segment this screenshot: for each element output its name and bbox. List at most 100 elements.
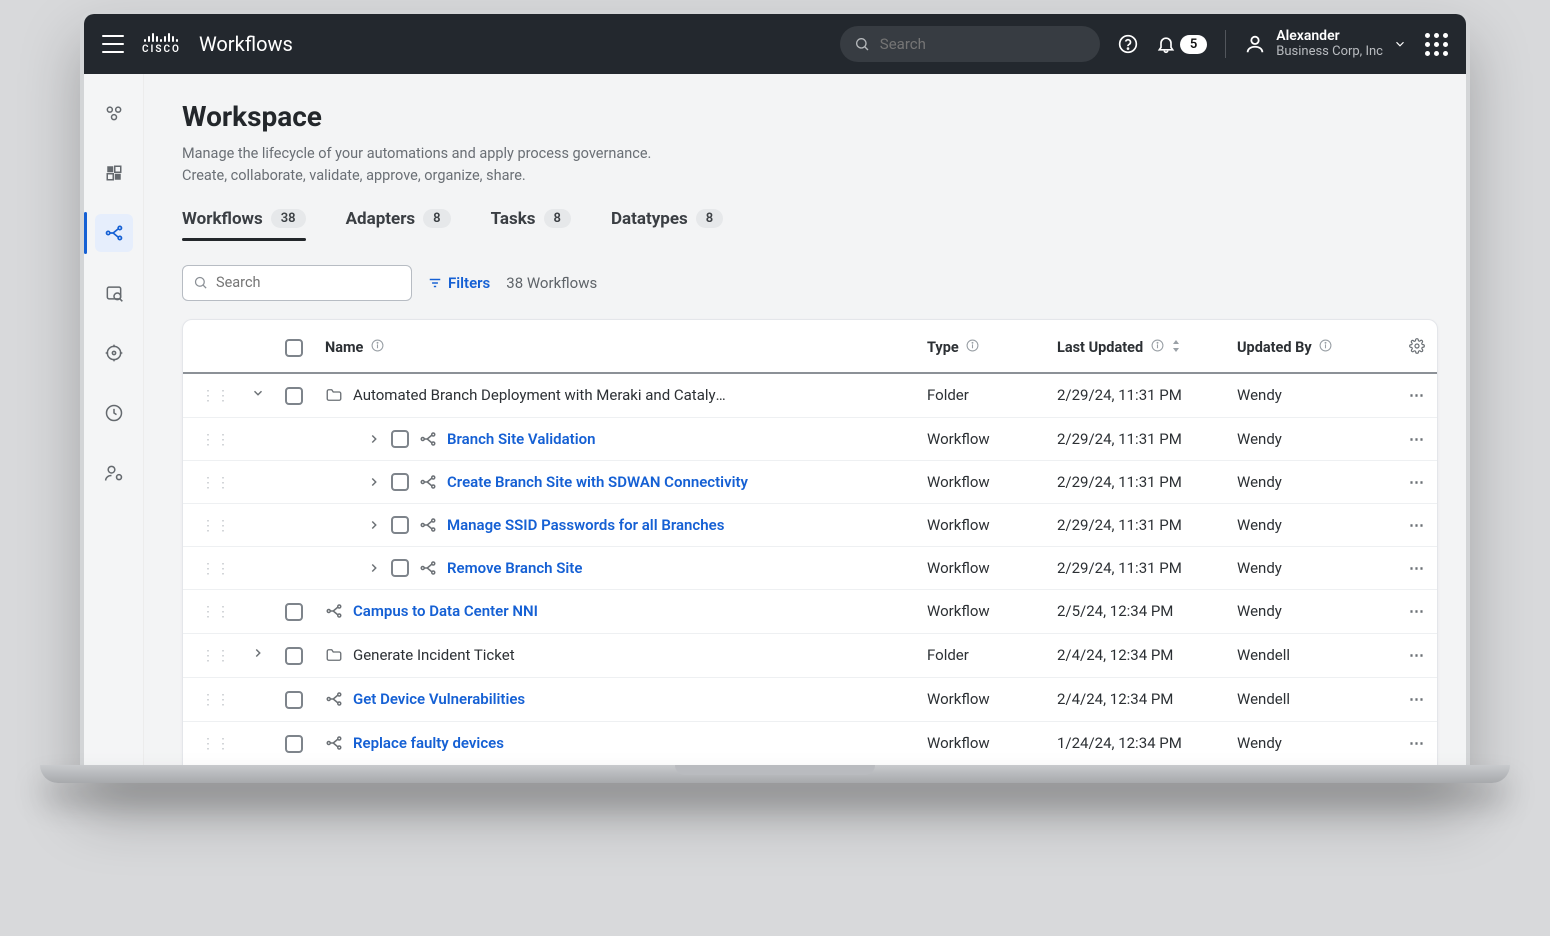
row-name[interactable]: Manage SSID Passwords for all Branches: [447, 516, 724, 534]
more-icon[interactable]: ⋯: [1409, 473, 1425, 491]
row-checkbox[interactable]: [285, 691, 303, 709]
expand-icon[interactable]: [367, 432, 381, 446]
row-name: Generate Incident Ticket: [353, 646, 515, 664]
notification-badge: 5: [1180, 35, 1207, 54]
global-search-input[interactable]: [880, 35, 1086, 53]
expand-icon[interactable]: [367, 561, 381, 575]
col-settings[interactable]: [1397, 324, 1437, 373]
table-row[interactable]: ⋮⋮ Create Branch Site with SDWAN Connect…: [183, 460, 1437, 503]
drag-handle-icon[interactable]: ⋮⋮: [201, 475, 231, 491]
row-name[interactable]: Remove Branch Site: [447, 559, 582, 577]
row-checkbox[interactable]: [285, 647, 303, 665]
drag-handle-icon[interactable]: ⋮⋮: [201, 561, 231, 577]
col-name[interactable]: Name: [315, 324, 917, 373]
row-type: Folder: [917, 373, 1047, 418]
tab-workflows[interactable]: Workflows38: [182, 209, 306, 239]
nav-item-4[interactable]: [95, 274, 133, 312]
menu-icon[interactable]: [102, 35, 124, 53]
user-name: Alexander: [1276, 28, 1383, 44]
tab-label: Workflows: [182, 209, 263, 229]
tab-tasks[interactable]: Tasks 8: [491, 209, 571, 239]
table-row[interactable]: ⋮⋮ Campus to Data Center NNI Workflow 2/…: [183, 589, 1437, 633]
row-type: Folder: [917, 633, 1047, 677]
more-icon[interactable]: ⋯: [1409, 602, 1425, 620]
drag-handle-icon[interactable]: ⋮⋮: [201, 736, 231, 752]
sort-icon[interactable]: [1171, 339, 1181, 356]
row-name[interactable]: Replace faulty devices: [353, 734, 504, 752]
select-all-checkbox[interactable]: [285, 339, 303, 357]
drag-handle-icon[interactable]: ⋮⋮: [201, 604, 231, 620]
notifications[interactable]: 5: [1156, 34, 1207, 54]
more-icon[interactable]: ⋯: [1409, 646, 1425, 664]
nav-item-6[interactable]: [95, 394, 133, 432]
row-type: Workflow: [917, 460, 1047, 503]
drag-handle-icon[interactable]: ⋮⋮: [201, 648, 231, 664]
row-checkbox[interactable]: [391, 430, 409, 448]
row-checkbox[interactable]: [285, 387, 303, 405]
row-checkbox[interactable]: [391, 559, 409, 577]
tab-datatypes[interactable]: Datatypes8: [611, 209, 723, 239]
nav-item-2[interactable]: [95, 154, 133, 192]
search-icon: [854, 35, 870, 53]
bell-icon: [1156, 34, 1176, 54]
table-row[interactable]: ⋮⋮ Generate Incident Ticket Folder 2/4/2…: [183, 633, 1437, 677]
expand-icon[interactable]: [251, 646, 265, 660]
table-search-input[interactable]: [216, 274, 401, 291]
row-name[interactable]: Campus to Data Center NNI: [353, 602, 538, 620]
main-content: Workspace Manage the lifecycle of your a…: [144, 74, 1466, 779]
chevron-down-icon: [1393, 37, 1407, 51]
user-menu[interactable]: Alexander Business Corp, Inc: [1244, 28, 1407, 59]
row-updated: 2/5/24, 12:34 PM: [1047, 589, 1227, 633]
more-icon[interactable]: ⋯: [1409, 690, 1425, 708]
table-search[interactable]: [182, 265, 412, 301]
table-row[interactable]: ⋮⋮ Manage SSID Passwords for all Branche…: [183, 503, 1437, 546]
table-row[interactable]: ⋮⋮ Replace faulty devices Workflow 1/24/…: [183, 721, 1437, 765]
info-icon: [371, 339, 384, 356]
row-name[interactable]: Branch Site Validation: [447, 430, 595, 448]
expand-icon[interactable]: [367, 475, 381, 489]
drag-handle-icon[interactable]: ⋮⋮: [201, 388, 231, 404]
nav-item-5[interactable]: [95, 334, 133, 372]
drag-handle-icon[interactable]: ⋮⋮: [201, 432, 231, 448]
help-icon[interactable]: [1118, 34, 1138, 54]
col-updated[interactable]: Last Updated: [1047, 324, 1227, 373]
table-row[interactable]: ⋮⋮ Remove Branch Site Workflow 2/29/24, …: [183, 546, 1437, 589]
row-checkbox[interactable]: [391, 516, 409, 534]
table-row[interactable]: ⋮⋮ Branch Site Validation Workflow 2/29/…: [183, 417, 1437, 460]
brand-text: cisco: [142, 45, 181, 55]
more-icon[interactable]: ⋯: [1409, 516, 1425, 534]
global-search[interactable]: [840, 26, 1100, 62]
table-row[interactable]: ⋮⋮ Automated Branch Deployment with Mera…: [183, 373, 1437, 418]
more-icon[interactable]: ⋯: [1409, 430, 1425, 448]
apps-icon[interactable]: [1425, 33, 1448, 56]
expand-icon[interactable]: [251, 386, 265, 400]
drag-handle-icon[interactable]: ⋮⋮: [201, 692, 231, 708]
more-icon[interactable]: ⋯: [1409, 734, 1425, 752]
drag-handle-icon[interactable]: ⋮⋮: [201, 518, 231, 534]
col-by[interactable]: Updated By: [1227, 324, 1397, 373]
row-name[interactable]: Create Branch Site with SDWAN Connectivi…: [447, 473, 748, 491]
row-name[interactable]: Get Device Vulnerabilities: [353, 690, 525, 708]
workflow-icon: [325, 602, 343, 620]
more-icon[interactable]: ⋯: [1409, 559, 1425, 577]
row-checkbox[interactable]: [391, 473, 409, 491]
row-checkbox[interactable]: [285, 735, 303, 753]
gear-icon: [1409, 338, 1425, 354]
filters-button[interactable]: Filters: [428, 274, 490, 292]
row-name: Automated Branch Deployment with Meraki …: [353, 386, 733, 404]
row-type: Workflow: [917, 589, 1047, 633]
tab-count: 8: [544, 209, 571, 228]
nav-item-1[interactable]: [95, 94, 133, 132]
expand-icon[interactable]: [367, 518, 381, 532]
table-row[interactable]: ⋮⋮ Get Device Vulnerabilities Workflow 2…: [183, 677, 1437, 721]
nav-item-7[interactable]: [95, 454, 133, 492]
tab-adapters[interactable]: Adapters8: [346, 209, 451, 239]
row-checkbox[interactable]: [285, 603, 303, 621]
nav-item-workflows[interactable]: [95, 214, 133, 252]
col-type[interactable]: Type: [917, 324, 1047, 373]
row-updated: 2/4/24, 12:34 PM: [1047, 677, 1227, 721]
row-by: Wendy: [1227, 460, 1397, 503]
row-updated: 1/24/24, 12:34 PM: [1047, 721, 1227, 765]
tab-label: Tasks: [491, 209, 536, 229]
more-icon[interactable]: ⋯: [1409, 386, 1425, 404]
